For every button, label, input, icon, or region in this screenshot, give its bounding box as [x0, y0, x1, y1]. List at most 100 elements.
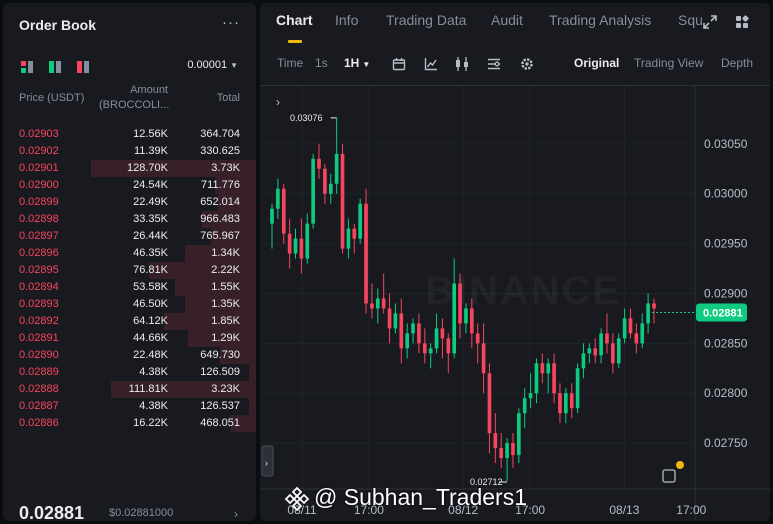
expand-icon[interactable] [703, 15, 717, 29]
amount-column-header: Amount (BROCCOLI... [99, 83, 170, 113]
tab-trading-data[interactable]: Trading Data [386, 12, 466, 28]
candle-body [299, 238, 304, 259]
asks-view-icon[interactable] [77, 61, 89, 73]
ask-amount: 4.38K [139, 400, 168, 412]
amount-header-line2: (BROCCOLI... [99, 99, 170, 111]
tab-audit[interactable]: Audit [491, 12, 523, 28]
ask-price: 0.02896 [19, 247, 59, 259]
grid-layout-icon[interactable] [735, 15, 749, 29]
view-trading-view[interactable]: Trading View [634, 56, 703, 70]
expand-toggle-icon[interactable]: › [276, 95, 280, 109]
tick-size-select[interactable]: 0.00001 ▼ [187, 59, 238, 71]
ask-price: 0.02886 [19, 417, 59, 429]
ask-total: 649.730 [200, 349, 240, 361]
candle-body [517, 413, 521, 456]
view-original[interactable]: Original [574, 56, 619, 70]
order-book-title: Order Book [19, 17, 97, 33]
ask-row[interactable]: 0.02891 44.66K 1.29K [3, 330, 256, 347]
candle-body [317, 158, 321, 169]
candlestick-chart[interactable]: BINANCE 0.03076 0.02712 0.03050 0.03000 0.029… [260, 85, 770, 521]
ask-total: 2.22K [211, 264, 240, 276]
ask-row[interactable]: 0.02898 33.35K 966.483 [3, 211, 256, 228]
ask-row[interactable]: 0.02893 46.50K 1.35K [3, 296, 256, 313]
ask-price: 0.02902 [19, 145, 59, 157]
ask-row[interactable]: 0.02901 128.70K 3.73K [3, 160, 256, 177]
layout-icon[interactable] [487, 57, 501, 71]
candle-body [569, 393, 574, 409]
ask-price: 0.02898 [19, 213, 59, 225]
ask-amount: 128.70K [127, 162, 168, 174]
chart-tabs: Chart Info Trading Data Audit Trading An… [260, 3, 770, 43]
ask-row[interactable]: 0.02889 4.38K 126.509 [3, 364, 256, 381]
candle-body [605, 333, 609, 344]
depth-bar [249, 398, 256, 415]
candle-body [358, 203, 362, 239]
ask-row[interactable]: 0.02896 46.35K 1.34K [3, 245, 256, 262]
candle-body [628, 318, 633, 334]
candle-body [558, 393, 562, 414]
notes-icon[interactable] [662, 469, 676, 483]
indicator-icon[interactable] [424, 57, 438, 71]
y-axis-tick-label: 0.03050 [704, 137, 748, 151]
tab-trading-analysis[interactable]: Trading Analysis [549, 12, 651, 28]
tab-square[interactable]: Squ [678, 12, 703, 28]
ask-price: 0.02893 [19, 298, 59, 310]
ask-row[interactable]: 0.02886 16.22K 468.051 [3, 415, 256, 432]
candle-body [581, 353, 586, 369]
candle-body [575, 368, 580, 409]
more-dots-icon[interactable]: ··· [222, 14, 240, 31]
ask-row[interactable]: 0.02902 11.39K 330.625 [3, 143, 256, 160]
ask-row[interactable]: 0.02899 22.49K 652.014 [3, 194, 256, 211]
tab-info[interactable]: Info [335, 12, 358, 28]
chevron-right-icon[interactable]: › [234, 507, 238, 521]
interval-1s[interactable]: 1s [315, 56, 328, 70]
calendar-icon[interactable] [392, 57, 406, 71]
ask-row[interactable]: 0.02894 53.58K 1.55K [3, 279, 256, 296]
ask-row[interactable]: 0.02903 12.56K 364.704 [3, 126, 256, 143]
candle-body [587, 348, 592, 354]
ask-row[interactable]: 0.02892 64.12K 1.85K [3, 313, 256, 330]
chart-panel: Chart Info Trading Data Audit Trading An… [260, 3, 770, 521]
ask-rows: 0.02903 12.56K 364.704 0.02902 11.39K 330.625… [3, 126, 256, 432]
ask-amount: 4.38K [139, 366, 168, 378]
candle-type-icon[interactable] [454, 57, 470, 71]
ask-row[interactable]: 0.02895 76.81K 2.22K [3, 262, 256, 279]
bids-view-icon[interactable] [49, 61, 61, 73]
candle-body [611, 343, 615, 364]
notification-dot [676, 461, 684, 469]
depth-bar [249, 364, 256, 381]
ask-row[interactable]: 0.02887 4.38K 126.537 [3, 398, 256, 415]
candle-body [528, 393, 533, 399]
x-axis-tick-label: 17:00 [676, 503, 706, 517]
last-price-tag-label: 0.02881 [703, 307, 743, 319]
interval-1h[interactable]: 1H ▼ [344, 56, 370, 70]
ask-row[interactable]: 0.02888 111.81K 3.23K [3, 381, 256, 398]
ask-price: 0.02901 [19, 162, 59, 174]
binance-logo-icon [284, 486, 310, 512]
candle-body [340, 153, 345, 249]
ask-row[interactable]: 0.02900 24.54K 711.776 [3, 177, 256, 194]
candle-body [417, 323, 421, 344]
y-axis-tick-label: 0.02900 [704, 286, 748, 300]
candle-body [546, 363, 551, 374]
ask-amount: 46.50K [133, 298, 168, 310]
ask-price: 0.02890 [19, 349, 59, 361]
candle-body [293, 238, 298, 254]
last-price-usd: $0.02881000 [109, 507, 174, 519]
view-depth[interactable]: Depth [721, 56, 753, 70]
ask-total: 966.483 [200, 213, 240, 225]
settings-icon[interactable] [520, 57, 534, 71]
ask-row[interactable]: 0.02890 22.48K 649.730 [3, 347, 256, 364]
candle-body [422, 343, 427, 354]
ask-price: 0.02891 [19, 332, 59, 344]
ask-total: 3.23K [211, 383, 240, 395]
candle-body [387, 308, 392, 329]
candle-body [469, 308, 474, 334]
ask-row[interactable]: 0.02897 26.44K 765.967 [3, 228, 256, 245]
both-sides-view-icon[interactable] [21, 61, 33, 73]
candle-body [428, 348, 433, 354]
candle-body [375, 298, 380, 309]
tab-chart[interactable]: Chart [276, 12, 313, 28]
active-tab-indicator [288, 40, 302, 43]
ask-price: 0.02888 [19, 383, 59, 395]
